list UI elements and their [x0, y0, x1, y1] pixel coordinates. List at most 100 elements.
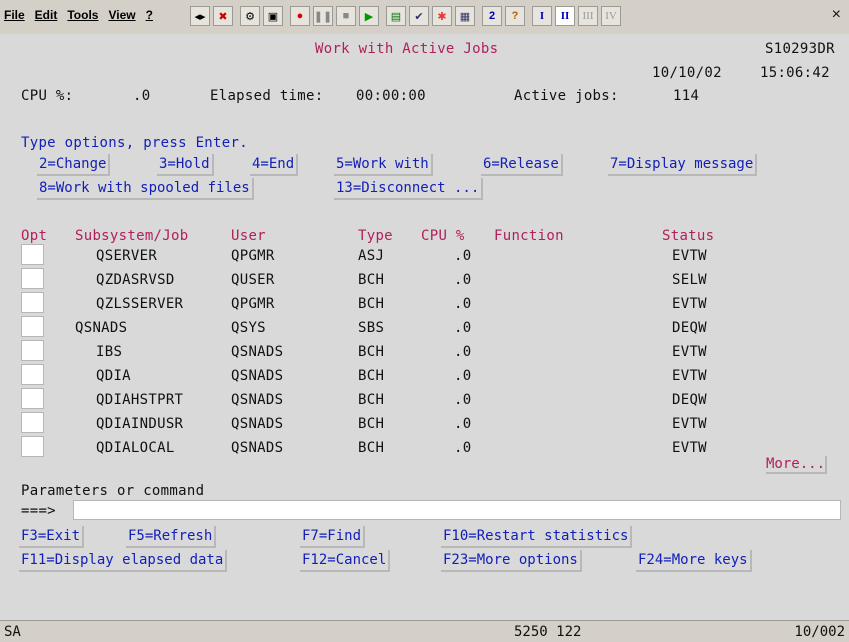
job-cpu: .0	[454, 440, 472, 456]
job-status: EVTW	[672, 368, 707, 384]
f7-find-key[interactable]: F7=Find	[300, 526, 366, 548]
option-hold[interactable]: 3=Hold	[157, 154, 214, 176]
opt-input[interactable]	[21, 412, 44, 433]
f11-display-elapsed-key[interactable]: F11=Display elapsed data	[19, 550, 228, 572]
session3-icon[interactable]: III	[578, 6, 598, 26]
option-display-message[interactable]: 7=Display message	[608, 154, 758, 176]
f10-restart-statistics-key[interactable]: F10=Restart statistics	[441, 526, 633, 548]
job-cpu: .0	[454, 296, 472, 312]
option-release[interactable]: 6=Release	[481, 154, 563, 176]
cpu-value: .0	[133, 88, 151, 104]
option-work-with[interactable]: 5=Work with	[334, 154, 433, 176]
job-name: QZLSSERVER	[96, 296, 184, 312]
job-name: QSERVER	[96, 248, 158, 264]
opt-input[interactable]	[21, 244, 44, 265]
session4-icon[interactable]: IV	[601, 6, 621, 26]
session2-icon[interactable]: II	[555, 6, 575, 26]
play-icon[interactable]: ▶	[359, 6, 379, 26]
more-indicator[interactable]: More...	[766, 454, 828, 474]
elapsed-value: 00:00:00	[356, 88, 426, 104]
menu-tools[interactable]: Tools	[67, 8, 98, 22]
job-type: BCH	[358, 392, 385, 408]
job-name: QDIAHSTPRT	[96, 392, 184, 408]
stop-icon[interactable]: ■	[336, 6, 356, 26]
job-name: QZDASRVSD	[96, 272, 175, 288]
menu-bar: File Edit Tools View ?	[4, 8, 153, 22]
opt-input[interactable]	[21, 268, 44, 289]
current-date: 10/10/02	[652, 65, 722, 81]
settings-icon[interactable]: ▣	[263, 6, 283, 26]
burst-icon[interactable]: ✱	[432, 6, 452, 26]
opt-input[interactable]	[21, 316, 44, 337]
sysreq-icon[interactable]: 2	[482, 6, 502, 26]
job-cpu: .0	[454, 248, 472, 264]
stop-x-icon[interactable]: ✖	[213, 6, 233, 26]
current-time: 15:06:42	[760, 65, 830, 81]
elapsed-label: Elapsed time:	[210, 88, 324, 104]
screen-icon[interactable]: ▤	[386, 6, 406, 26]
job-cpu: .0	[454, 416, 472, 432]
job-name: IBS	[96, 344, 123, 360]
job-user: QSNADS	[231, 392, 284, 408]
command-prompt: ===>	[21, 503, 56, 519]
job-status: EVTW	[672, 344, 707, 360]
command-input[interactable]	[73, 500, 841, 520]
job-status: EVTW	[672, 440, 707, 456]
menu-view[interactable]: View	[108, 8, 135, 22]
job-status: DEQW	[672, 392, 707, 408]
toolbar: ◂▸ ✖ ⚙ ▣ ● ❚❚ ■ ▶ ▤ ✔ ✱ ▦ 2 ? I II III I…	[190, 6, 621, 26]
record-icon[interactable]: ●	[290, 6, 310, 26]
opt-input[interactable]	[21, 340, 44, 361]
active-jobs-label: Active jobs:	[514, 88, 619, 104]
menu-help[interactable]: ?	[146, 8, 153, 22]
option-spooled-files[interactable]: 8=Work with spooled files	[37, 178, 254, 200]
f12-cancel-key[interactable]: F12=Cancel	[300, 550, 391, 572]
job-cpu: .0	[454, 392, 472, 408]
macro-icon[interactable]: ⚙	[240, 6, 260, 26]
help-icon[interactable]: ?	[505, 6, 525, 26]
job-status: SELW	[672, 272, 707, 288]
option-end[interactable]: 4=End	[250, 154, 299, 176]
option-disconnect[interactable]: 13=Disconnect ...	[334, 178, 484, 200]
menu-toolbar: File Edit Tools View ? ◂▸ ✖ ⚙ ▣ ● ❚❚ ■ ▶…	[0, 0, 849, 35]
opt-input[interactable]	[21, 364, 44, 385]
column-cpu: CPU %	[421, 228, 465, 244]
column-status: Status	[662, 228, 715, 244]
opt-input[interactable]	[21, 436, 44, 457]
menu-file[interactable]: File	[4, 8, 25, 22]
pause-icon[interactable]: ❚❚	[313, 6, 333, 26]
column-opt: Opt	[21, 228, 48, 244]
arrows-icon[interactable]: ◂▸	[190, 6, 210, 26]
job-cpu: .0	[454, 272, 472, 288]
check-icon[interactable]: ✔	[409, 6, 429, 26]
job-user: QSNADS	[231, 440, 284, 456]
job-type: BCH	[358, 296, 385, 312]
job-status: EVTW	[672, 296, 707, 312]
option-change[interactable]: 2=Change	[37, 154, 111, 176]
f24-more-keys-key[interactable]: F24=More keys	[636, 550, 752, 572]
opt-input[interactable]	[21, 292, 44, 313]
f3-exit-key[interactable]: F3=Exit	[19, 526, 85, 548]
close-icon[interactable]: ×	[832, 6, 841, 24]
column-function: Function	[494, 228, 564, 244]
status-middle: 5250 122	[514, 624, 582, 640]
job-name: QDIALOCAL	[96, 440, 175, 456]
job-type: ASJ	[358, 248, 385, 264]
job-type: BCH	[358, 368, 385, 384]
more-text: More...	[766, 456, 828, 474]
grid-icon[interactable]: ▦	[455, 6, 475, 26]
menu-edit[interactable]: Edit	[35, 8, 58, 22]
column-user: User	[231, 228, 266, 244]
job-name: QSNADS	[75, 320, 128, 336]
job-status: EVTW	[672, 248, 707, 264]
opt-input[interactable]	[21, 388, 44, 409]
column-subsystem-job: Subsystem/Job	[75, 228, 189, 244]
cpu-label: CPU %:	[21, 88, 74, 104]
job-user: QPGMR	[231, 296, 275, 312]
active-jobs-value: 114	[673, 88, 700, 104]
status-bar: SA 5250 122 10/002	[0, 620, 849, 642]
session1-icon[interactable]: I	[532, 6, 552, 26]
f23-more-options-key[interactable]: F23=More options	[441, 550, 582, 572]
job-type: BCH	[358, 344, 385, 360]
f5-refresh-key[interactable]: F5=Refresh	[126, 526, 217, 548]
